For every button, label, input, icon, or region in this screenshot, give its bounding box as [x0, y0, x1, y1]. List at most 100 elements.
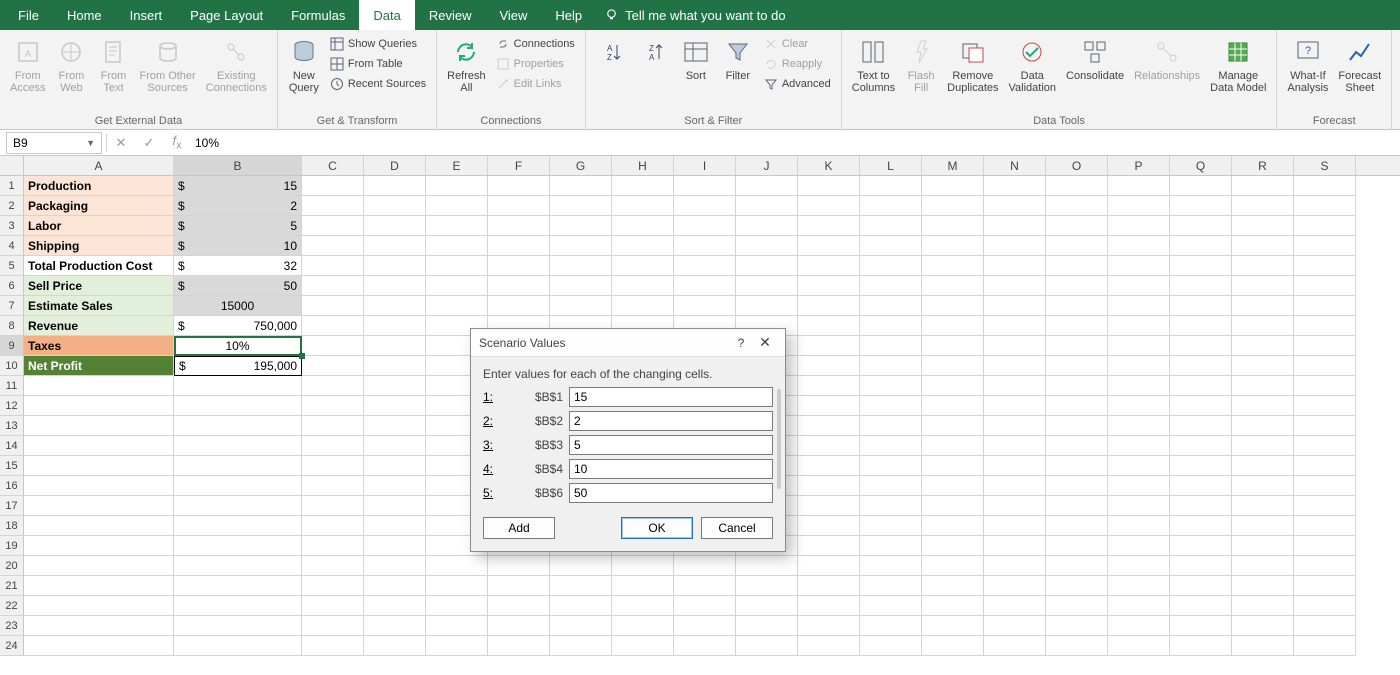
row-header-13[interactable]: 13: [0, 416, 24, 436]
cell-M10[interactable]: [922, 356, 984, 376]
cell-K10[interactable]: [798, 356, 860, 376]
cell-S21[interactable]: [1294, 576, 1356, 596]
cell-S24[interactable]: [1294, 636, 1356, 656]
col-header-J[interactable]: J: [736, 156, 798, 175]
cell-J7[interactable]: [736, 296, 798, 316]
cell-P22[interactable]: [1108, 596, 1170, 616]
cell-B16[interactable]: [174, 476, 302, 496]
cell-N24[interactable]: [984, 636, 1046, 656]
cell-N1[interactable]: [984, 176, 1046, 196]
cell-D8[interactable]: [364, 316, 426, 336]
cell-J24[interactable]: [736, 636, 798, 656]
cell-N23[interactable]: [984, 616, 1046, 636]
cell-O13[interactable]: [1046, 416, 1108, 436]
cell-K23[interactable]: [798, 616, 860, 636]
cell-C14[interactable]: [302, 436, 364, 456]
cell-Q21[interactable]: [1170, 576, 1232, 596]
cell-R5[interactable]: [1232, 256, 1294, 276]
cell-J20[interactable]: [736, 556, 798, 576]
cell-E1[interactable]: [426, 176, 488, 196]
cell-D21[interactable]: [364, 576, 426, 596]
cell-L14[interactable]: [860, 436, 922, 456]
cell-S23[interactable]: [1294, 616, 1356, 636]
cell-M18[interactable]: [922, 516, 984, 536]
cell-O10[interactable]: [1046, 356, 1108, 376]
tab-home[interactable]: Home: [53, 0, 116, 30]
col-header-I[interactable]: I: [674, 156, 736, 175]
cell-D11[interactable]: [364, 376, 426, 396]
cell-B19[interactable]: [174, 536, 302, 556]
cell-Q12[interactable]: [1170, 396, 1232, 416]
cell-N12[interactable]: [984, 396, 1046, 416]
cell-L21[interactable]: [860, 576, 922, 596]
cell-R22[interactable]: [1232, 596, 1294, 616]
cell-C6[interactable]: [302, 276, 364, 296]
cell-C8[interactable]: [302, 316, 364, 336]
cell-C11[interactable]: [302, 376, 364, 396]
cancel-icon[interactable]: ✕: [111, 135, 131, 151]
cell-S3[interactable]: [1294, 216, 1356, 236]
cell-G3[interactable]: [550, 216, 612, 236]
cell-Q20[interactable]: [1170, 556, 1232, 576]
cell-K5[interactable]: [798, 256, 860, 276]
col-header-F[interactable]: F: [488, 156, 550, 175]
cell-R18[interactable]: [1232, 516, 1294, 536]
cell-B17[interactable]: [174, 496, 302, 516]
cell-I5[interactable]: [674, 256, 736, 276]
cell-D23[interactable]: [364, 616, 426, 636]
cell-P21[interactable]: [1108, 576, 1170, 596]
select-all-corner[interactable]: [0, 156, 24, 175]
cell-Q15[interactable]: [1170, 456, 1232, 476]
cell-R9[interactable]: [1232, 336, 1294, 356]
cell-A16[interactable]: [24, 476, 174, 496]
cell-R10[interactable]: [1232, 356, 1294, 376]
cell-E4[interactable]: [426, 236, 488, 256]
cell-E2[interactable]: [426, 196, 488, 216]
col-header-N[interactable]: N: [984, 156, 1046, 175]
tab-insert[interactable]: Insert: [116, 0, 177, 30]
cell-A22[interactable]: [24, 596, 174, 616]
cell-Q4[interactable]: [1170, 236, 1232, 256]
cell-A4[interactable]: Shipping: [24, 236, 174, 256]
cell-M17[interactable]: [922, 496, 984, 516]
cell-O2[interactable]: [1046, 196, 1108, 216]
cell-H1[interactable]: [612, 176, 674, 196]
add-button[interactable]: Add: [483, 517, 555, 539]
cell-I4[interactable]: [674, 236, 736, 256]
cell-Q9[interactable]: [1170, 336, 1232, 356]
cell-D10[interactable]: [364, 356, 426, 376]
cell-O21[interactable]: [1046, 576, 1108, 596]
cell-N21[interactable]: [984, 576, 1046, 596]
cell-M22[interactable]: [922, 596, 984, 616]
cell-M16[interactable]: [922, 476, 984, 496]
cell-P4[interactable]: [1108, 236, 1170, 256]
cell-R8[interactable]: [1232, 316, 1294, 336]
cell-J22[interactable]: [736, 596, 798, 616]
cell-B10[interactable]: $195,000: [174, 356, 302, 376]
cell-L4[interactable]: [860, 236, 922, 256]
cell-K12[interactable]: [798, 396, 860, 416]
cell-P23[interactable]: [1108, 616, 1170, 636]
scenario-input-2[interactable]: [569, 411, 773, 431]
cell-D12[interactable]: [364, 396, 426, 416]
tab-review[interactable]: Review: [415, 0, 486, 30]
cell-D6[interactable]: [364, 276, 426, 296]
dialog-scrollbar[interactable]: [777, 389, 781, 489]
cell-R12[interactable]: [1232, 396, 1294, 416]
cell-B23[interactable]: [174, 616, 302, 636]
cell-R13[interactable]: [1232, 416, 1294, 436]
cell-B14[interactable]: [174, 436, 302, 456]
cell-R3[interactable]: [1232, 216, 1294, 236]
cell-R7[interactable]: [1232, 296, 1294, 316]
cell-A17[interactable]: [24, 496, 174, 516]
cell-A14[interactable]: [24, 436, 174, 456]
cell-A21[interactable]: [24, 576, 174, 596]
edit-links-button[interactable]: Edit Links: [492, 74, 579, 94]
cell-H7[interactable]: [612, 296, 674, 316]
cell-Q11[interactable]: [1170, 376, 1232, 396]
close-icon[interactable]: ✕: [753, 334, 777, 351]
cell-M6[interactable]: [922, 276, 984, 296]
cell-L20[interactable]: [860, 556, 922, 576]
new-query-button[interactable]: NewQuery: [284, 34, 324, 96]
cell-F1[interactable]: [488, 176, 550, 196]
